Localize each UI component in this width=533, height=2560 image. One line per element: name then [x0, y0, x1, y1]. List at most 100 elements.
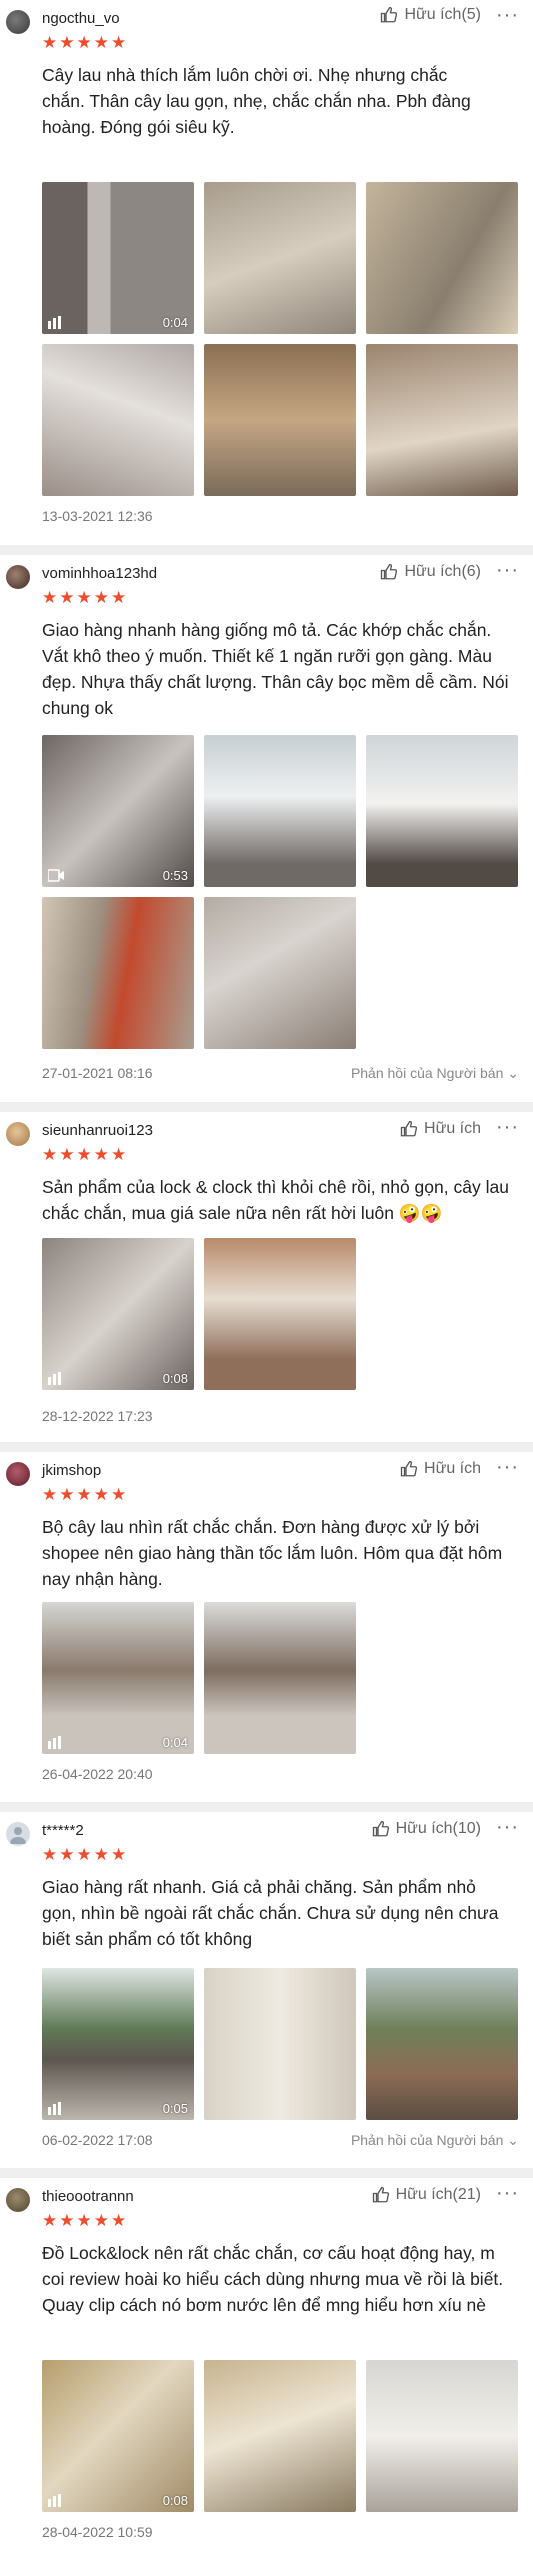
star-icon: ★	[59, 1845, 75, 1864]
review-image[interactable]	[366, 344, 518, 496]
more-icon[interactable]: ···	[496, 559, 519, 582]
review-text: Cây lau nhà thích lắm luôn chời ơi. Nhẹ …	[42, 65, 471, 137]
rating-stars: ★ ★ ★ ★ ★	[42, 589, 126, 607]
helpful-label: Hữu ích(21)	[395, 2186, 481, 2203]
review-video-thumbnail[interactable]: 0:08	[42, 1238, 194, 1390]
thumbs-up-icon	[381, 563, 398, 580]
review-card: ngocthu_vo Hữu ích(5) ··· ★ ★ ★ ★ ★ Cây lau …	[0, 0, 533, 545]
star-icon: ★	[42, 33, 58, 52]
helpful-button[interactable]: Hữu ích(10)	[372, 1820, 481, 1838]
more-icon[interactable]: ···	[496, 4, 519, 27]
review-image[interactable]	[42, 344, 194, 496]
review-video-thumbnail[interactable]: 0:04	[42, 1602, 194, 1754]
username[interactable]: sieunhanruoi123	[42, 1122, 153, 1139]
review-image[interactable]	[42, 897, 194, 1049]
user-icon	[10, 1827, 26, 1844]
helpful-label: Hữu ích	[424, 1460, 481, 1477]
review-image[interactable]	[204, 897, 356, 1049]
avatar[interactable]	[6, 10, 30, 34]
star-icon: ★	[76, 588, 92, 607]
star-icon: ★	[93, 33, 109, 52]
star-icon: ★	[76, 1485, 92, 1504]
review-image[interactable]	[366, 2360, 518, 2512]
username[interactable]: t*****2	[42, 1822, 84, 1839]
more-icon[interactable]: ···	[496, 1456, 519, 1479]
review-image[interactable]	[204, 344, 356, 496]
avatar[interactable]	[6, 1462, 30, 1486]
review-text: Bộ cây lau nhìn rất chắc chắn. Đơn hàng …	[42, 1517, 503, 1589]
username[interactable]: jkimshop	[42, 1462, 101, 1479]
review-video-thumbnail[interactable]: 0:53	[42, 735, 194, 887]
review-text: Giao hàng rất nhanh. Giá cả phải chăng. …	[42, 1877, 499, 1949]
review-date: 06-02-2022 17:08	[42, 2132, 153, 2148]
media-gallery: 0:04	[42, 1602, 518, 1754]
star-icon: ★	[59, 2211, 75, 2230]
video-duration: 0:08	[162, 2493, 188, 2508]
rating-stars: ★ ★ ★ ★ ★	[42, 1146, 126, 1164]
helpful-button[interactable]: Hữu ích	[400, 1120, 481, 1138]
review-image[interactable]	[204, 2360, 356, 2512]
video-duration: 0:53	[162, 868, 188, 883]
star-icon: ★	[76, 33, 92, 52]
thumbs-up-icon	[372, 2186, 389, 2203]
username[interactable]: thieoootrannn	[42, 2188, 134, 2205]
helpful-button[interactable]: Hữu ích(6)	[380, 563, 481, 581]
review-text: Đồ Lock&lock nên rất chắc chắn, cơ cấu h…	[42, 2243, 504, 2315]
avatar[interactable]	[6, 1122, 30, 1146]
more-icon[interactable]: ···	[496, 2182, 519, 2205]
review-image[interactable]	[366, 735, 518, 887]
star-icon: ★	[42, 1485, 58, 1504]
star-icon: ★	[111, 588, 127, 607]
review-date: 13-03-2021 12:36	[42, 508, 153, 524]
star-icon: ★	[93, 588, 109, 607]
review-image[interactable]	[204, 1238, 356, 1390]
review-video-thumbnail[interactable]: 0:04	[42, 182, 194, 334]
chevron-down-icon: ⌄	[507, 2132, 519, 2148]
review-video-thumbnail[interactable]: 0:08	[42, 2360, 194, 2512]
star-icon: ★	[42, 1145, 58, 1164]
helpful-button[interactable]: Hữu ích(21)	[372, 2186, 481, 2204]
more-icon[interactable]: ···	[496, 1816, 519, 1839]
helpful-button[interactable]: Hữu ích	[400, 1460, 481, 1478]
star-icon: ★	[93, 1845, 109, 1864]
video-duration: 0:04	[162, 315, 188, 330]
helpful-button[interactable]: Hữu ích(5)	[380, 6, 481, 24]
media-gallery: 0:04	[42, 182, 518, 496]
review-image[interactable]	[204, 1968, 356, 2120]
seller-reply-label: Phản hồi của Người bán	[350, 1065, 504, 1081]
review-video-thumbnail[interactable]: 0:05	[42, 1968, 194, 2120]
chevron-down-icon: ⌄	[507, 1065, 519, 1081]
star-icon: ★	[59, 33, 75, 52]
thumbs-up-icon	[400, 1460, 418, 1477]
review-card: thieoootrannn Hữu ích(21) ··· ★ ★ ★ ★ ★ Đồ L…	[0, 2178, 533, 2560]
avatar[interactable]	[6, 1822, 30, 1846]
more-icon[interactable]: ···	[496, 1116, 519, 1139]
review-date: 28-12-2022 17:23	[42, 1408, 153, 1424]
review-card: t*****2 Hữu ích(10) ··· ★ ★ ★ ★ ★ Giao hàng …	[0, 1812, 533, 2168]
star-icon: ★	[59, 1145, 75, 1164]
divider	[0, 1802, 533, 1812]
video-camera-icon	[48, 2494, 61, 2507]
review-image[interactable]	[366, 1968, 518, 2120]
review-image[interactable]	[204, 735, 356, 887]
star-icon: ★	[42, 2211, 58, 2230]
star-icon: ★	[42, 1845, 58, 1864]
review-image[interactable]	[204, 182, 356, 334]
rating-stars: ★ ★ ★ ★ ★	[42, 1486, 126, 1504]
helpful-label: Hữu ích(6)	[404, 563, 481, 580]
thumbs-up-icon	[381, 6, 398, 23]
rating-stars: ★ ★ ★ ★ ★	[42, 34, 126, 52]
review-image[interactable]	[366, 182, 518, 334]
avatar[interactable]	[6, 565, 30, 589]
star-icon: ★	[42, 588, 58, 607]
video-camera-icon	[48, 2102, 61, 2115]
star-icon: ★	[111, 1145, 127, 1164]
seller-reply-toggle[interactable]: Phản hồi của Người bán ⌄	[351, 1065, 519, 1082]
username[interactable]: ngocthu_vo	[42, 10, 120, 27]
seller-reply-toggle[interactable]: Phản hồi của Người bán ⌄	[351, 2132, 519, 2149]
review-card: sieunhanruoi123 Hữu ích ··· ★ ★ ★ ★ ★ Sản ph…	[0, 1112, 533, 1442]
username[interactable]: vominhhoa123hd	[42, 565, 157, 582]
avatar[interactable]	[6, 2188, 30, 2212]
star-icon: ★	[111, 1485, 127, 1504]
review-image[interactable]	[204, 1602, 356, 1754]
